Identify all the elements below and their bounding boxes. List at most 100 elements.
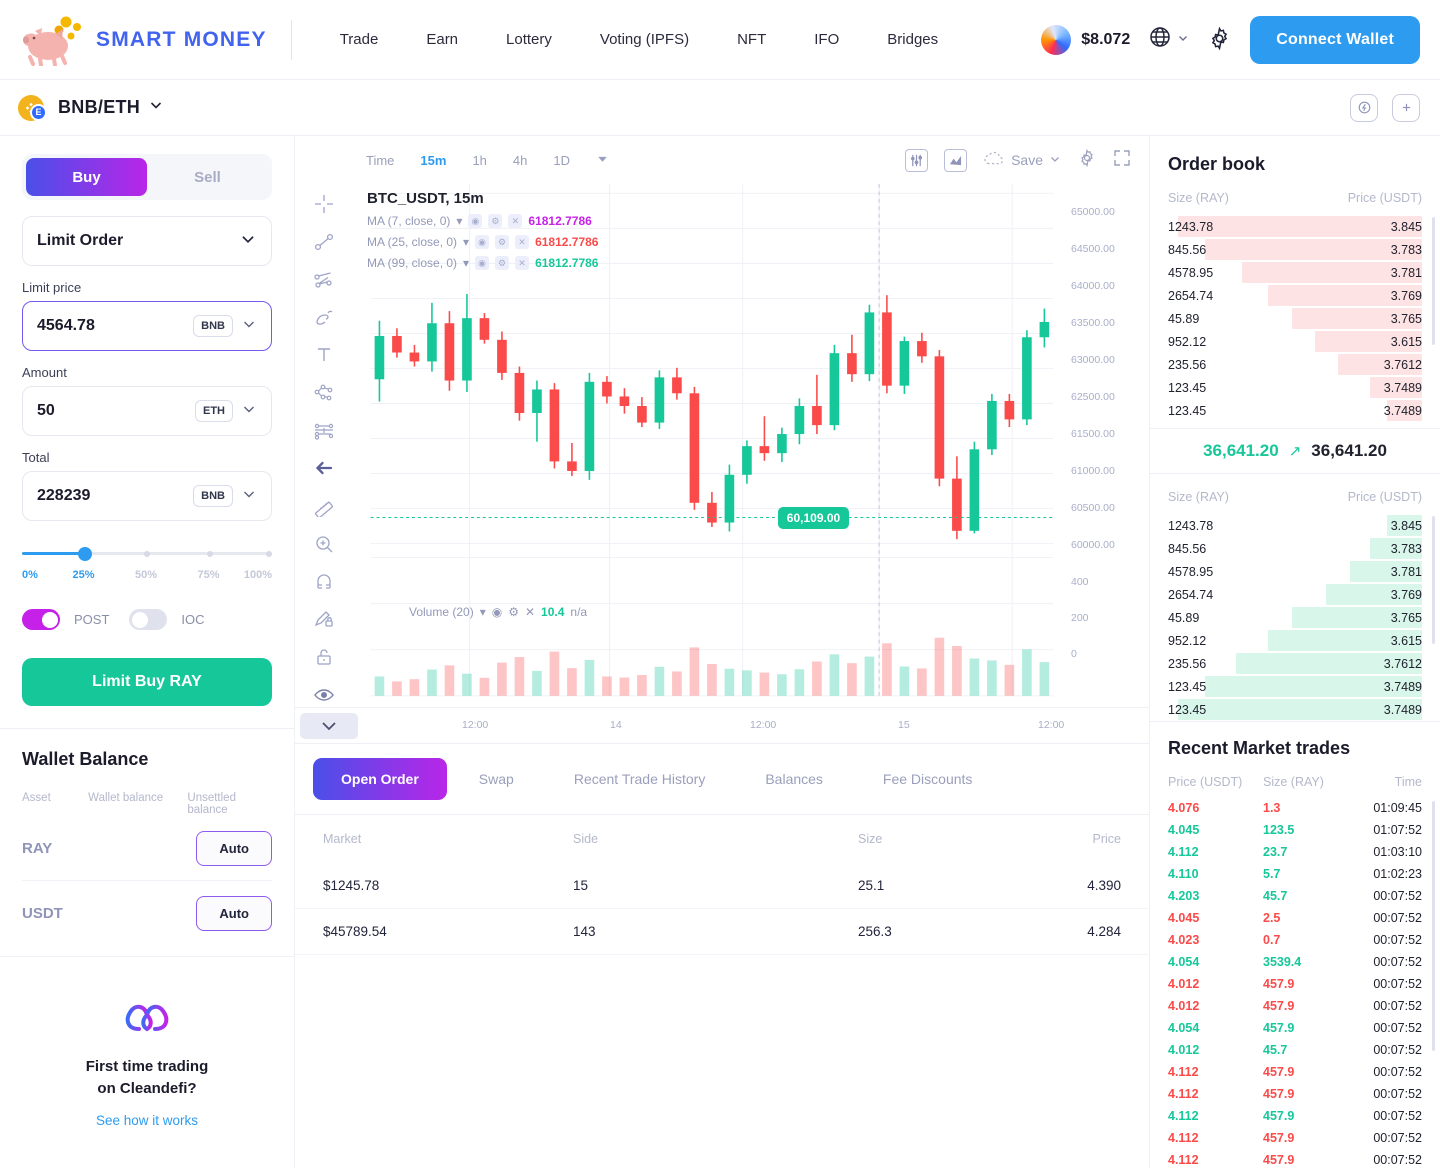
trade-row[interactable]: 4.112 23.7 01:03:10 xyxy=(1150,841,1440,863)
limit-price-input[interactable] xyxy=(37,317,194,335)
forecast-icon[interactable] xyxy=(309,418,339,443)
orderbook-row[interactable]: 123.45 3.7489 xyxy=(1150,376,1440,399)
table-row[interactable]: $1245.78 15 25.1 4.390 xyxy=(295,863,1149,909)
orderbook-row[interactable]: 235.56 3.7612 xyxy=(1150,353,1440,376)
trade-row[interactable]: 4.112 457.9 00:07:52 xyxy=(1150,1127,1440,1149)
chevron-down-icon[interactable] xyxy=(241,486,257,507)
token-price-display[interactable]: $8.072 xyxy=(1041,24,1130,55)
nav-item-nft[interactable]: NFT xyxy=(713,21,790,58)
magnet-icon[interactable] xyxy=(309,569,339,594)
timeframe-15m[interactable]: 15m xyxy=(407,147,459,174)
promo-link[interactable]: See how it works xyxy=(96,1113,198,1128)
language-selector[interactable] xyxy=(1148,25,1189,54)
timeframe-1h[interactable]: 1h xyxy=(459,147,499,174)
eye-icon[interactable] xyxy=(309,682,339,707)
brand-logo[interactable]: SMART MONEY xyxy=(22,14,267,67)
trade-row[interactable]: 4.203 45.7 00:07:52 xyxy=(1150,885,1440,907)
tab-swap[interactable]: Swap xyxy=(451,758,542,800)
sell-tab[interactable]: Sell xyxy=(147,158,268,196)
orderbook-row[interactable]: 1243.78 3.845 xyxy=(1150,514,1440,537)
timeframe-1d[interactable]: 1D xyxy=(540,147,583,174)
text-icon[interactable] xyxy=(309,343,339,368)
chevron-down-icon[interactable] xyxy=(241,401,257,422)
collapse-chart-button[interactable] xyxy=(300,712,358,739)
indicators-icon[interactable] xyxy=(905,148,929,172)
trade-row[interactable]: 4.110 5.7 01:02:23 xyxy=(1150,863,1440,885)
buy-tab[interactable]: Buy xyxy=(26,158,147,196)
chart-type-icon[interactable] xyxy=(944,148,968,172)
post-toggle[interactable] xyxy=(22,609,60,630)
total-input[interactable] xyxy=(37,487,194,505)
amount-slider[interactable] xyxy=(22,546,272,561)
table-row[interactable]: $45789.54 143 256.3 4.284 xyxy=(295,909,1149,955)
slider-mark-75[interactable] xyxy=(206,550,213,557)
add-button[interactable] xyxy=(1392,93,1420,122)
connect-wallet-button[interactable]: Connect Wallet xyxy=(1250,15,1420,64)
nav-item-lottery[interactable]: Lottery xyxy=(482,21,576,58)
nav-item-ifo[interactable]: IFO xyxy=(790,21,863,58)
trade-row[interactable]: 4.012 457.9 00:07:52 xyxy=(1150,973,1440,995)
timeframe-more-caret-icon[interactable] xyxy=(583,146,622,174)
tab-balances[interactable]: Balances xyxy=(737,758,851,800)
total-field[interactable]: BNB xyxy=(22,471,272,521)
orderbook-row[interactable]: 1243.78 3.845 xyxy=(1150,215,1440,238)
eye-icon[interactable]: ◉ xyxy=(492,605,502,619)
tab-open-order[interactable]: Open Order xyxy=(313,758,447,800)
orderbook-row[interactable]: 2654.74 3.769 xyxy=(1150,284,1440,307)
trade-row[interactable]: 4.076 1.3 01:09:45 xyxy=(1150,797,1440,819)
flash-button[interactable] xyxy=(1350,93,1378,122)
trade-row[interactable]: 4.023 0.7 00:07:52 xyxy=(1150,929,1440,951)
orderbook-row[interactable]: 952.12 3.615 xyxy=(1150,629,1440,652)
orderbook-row[interactable]: 123.45 3.7489 xyxy=(1150,675,1440,698)
chart-settings-gear-icon[interactable] xyxy=(1077,148,1097,173)
scrollbar[interactable] xyxy=(1432,516,1435,645)
crosshair-icon[interactable] xyxy=(309,192,339,217)
arrow-icon[interactable] xyxy=(309,456,339,481)
ioc-toggle[interactable] xyxy=(129,609,168,630)
trade-row[interactable]: 4.012 45.7 00:07:52 xyxy=(1150,1039,1440,1061)
trade-row[interactable]: 4.012 457.9 00:07:52 xyxy=(1150,995,1440,1017)
pitchfork-icon[interactable] xyxy=(309,267,339,292)
orderbook-row[interactable]: 45.89 3.765 xyxy=(1150,307,1440,330)
orderbook-row[interactable]: 235.56 3.7612 xyxy=(1150,652,1440,675)
caret-down-icon[interactable]: ▾ xyxy=(480,605,486,619)
orderbook-row[interactable]: 45.89 3.765 xyxy=(1150,606,1440,629)
orderbook-row[interactable]: 2654.74 3.769 xyxy=(1150,583,1440,606)
orderbook-row[interactable]: 123.45 3.7489 xyxy=(1150,698,1440,721)
orderbook-row[interactable]: 4578.95 3.781 xyxy=(1150,261,1440,284)
save-control[interactable]: Save xyxy=(983,151,1061,170)
recent-trades-rows[interactable]: 4.076 1.3 01:09:45 4.045 123.5 01:07:52 4.112 2… xyxy=(1150,797,1440,1168)
limit-price-field[interactable]: BNB xyxy=(22,301,272,351)
slider-mark-100[interactable] xyxy=(266,550,272,557)
orderbook-row[interactable]: 4578.95 3.781 xyxy=(1150,560,1440,583)
zoom-in-icon[interactable] xyxy=(309,531,339,556)
lock-icon[interactable] xyxy=(309,645,339,670)
timeframe-time[interactable]: Time xyxy=(353,147,407,174)
brush-icon[interactable] xyxy=(309,305,339,330)
amount-field[interactable]: ETH xyxy=(22,386,272,436)
orderbook-row[interactable]: 845.56 3.783 xyxy=(1150,537,1440,560)
trade-row[interactable]: 4.045 2.5 00:07:52 xyxy=(1150,907,1440,929)
ruler-icon[interactable] xyxy=(309,494,339,519)
settings-button[interactable] xyxy=(1207,26,1232,54)
trade-row[interactable]: 4.054 457.9 00:07:52 xyxy=(1150,1017,1440,1039)
orderbook-asks[interactable]: 1243.78 3.845 845.56 3.783 4578.95 3.781 2654.… xyxy=(1150,215,1440,422)
wallet-auto-button[interactable]: Auto xyxy=(196,830,272,866)
pattern-icon[interactable] xyxy=(309,381,339,406)
tab-recent-trade-history[interactable]: Recent Trade History xyxy=(546,758,734,800)
fullscreen-icon[interactable] xyxy=(1113,149,1131,172)
trade-row[interactable]: 4.112 457.9 00:07:52 xyxy=(1150,1105,1440,1127)
nav-item-bridges[interactable]: Bridges xyxy=(863,21,962,58)
trade-row[interactable]: 4.112 457.9 00:07:52 xyxy=(1150,1061,1440,1083)
trade-row[interactable]: 4.054 3539.4 00:07:52 xyxy=(1150,951,1440,973)
slider-mark-50[interactable] xyxy=(144,550,150,557)
orderbook-row[interactable]: 845.56 3.783 xyxy=(1150,238,1440,261)
candlestick-plot[interactable]: BTC_USDT, 15m MA (7, close, 0) ▾ ◉ ⚙ ✕ 6… xyxy=(353,184,1061,707)
trendline-icon[interactable] xyxy=(309,230,339,255)
trade-row[interactable]: 4.045 123.5 01:07:52 xyxy=(1150,819,1440,841)
scrollbar[interactable] xyxy=(1432,801,1435,1051)
trade-row[interactable]: 4.112 457.9 00:07:52 xyxy=(1150,1083,1440,1105)
timeframe-4h[interactable]: 4h xyxy=(500,147,540,174)
order-type-select[interactable]: Limit Order xyxy=(22,216,272,266)
pair-chevron-down-icon[interactable] xyxy=(148,97,164,118)
